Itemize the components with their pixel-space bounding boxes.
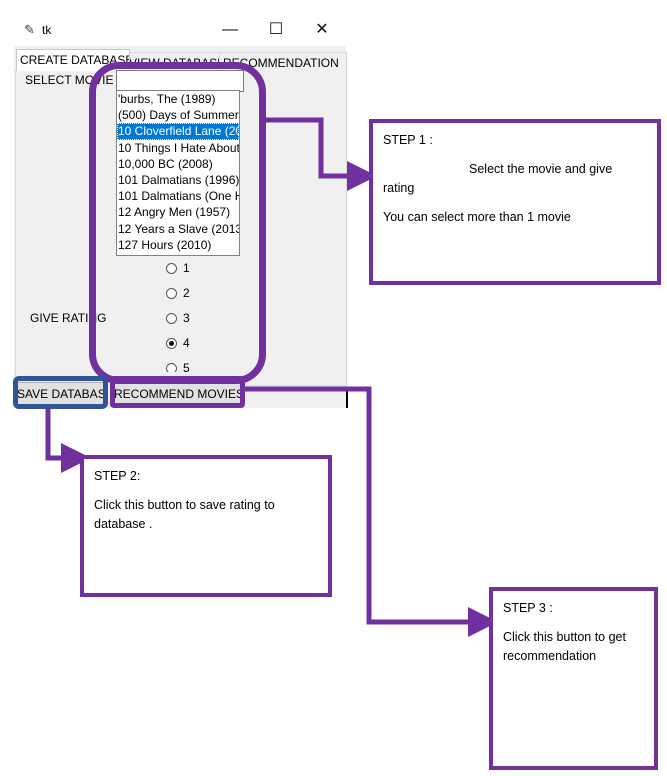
step2-callout: STEP 2: Click this button to save rating…	[80, 455, 332, 597]
arrow-step2	[45, 409, 91, 473]
step1-line1: Select the movie and give	[469, 162, 613, 176]
step1-line1b: rating	[383, 181, 415, 195]
step2-body: Click this button to save rating to data…	[94, 498, 275, 531]
step1-title: STEP 1 :	[383, 133, 433, 147]
step1-callout: STEP 1 : Select the movie and give ratin…	[369, 119, 661, 285]
step2-title: STEP 2:	[94, 469, 141, 483]
step3-callout: STEP 3 : Click this button to get recomm…	[489, 587, 658, 770]
step3-title: STEP 3 :	[503, 601, 553, 615]
step1-line2: You can select more than 1 movie	[383, 210, 571, 224]
arrow-step1	[266, 117, 377, 191]
step3-body: Click this button to get recommendation	[503, 630, 626, 663]
